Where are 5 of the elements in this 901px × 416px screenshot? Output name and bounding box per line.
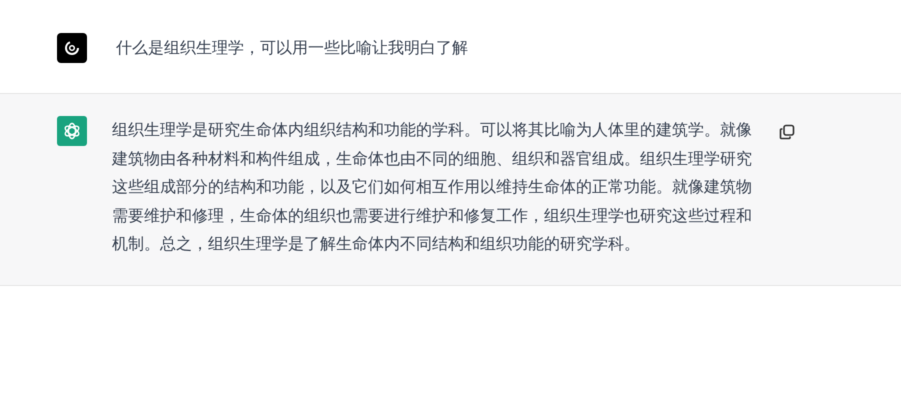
copy-icon[interactable] — [779, 124, 795, 140]
swirl-icon — [64, 40, 80, 56]
assistant-message: 组织生理学是研究生命体内组织结构和功能的学科。可以将其比喻为人体里的建筑学。就像建筑物由各种材料和构件组成，生命体也由不同的细胞、组织和器官组成。组织生理学研究这些组成部分的结构和功能，以及它们如何相互作用以维持生命体的正常功能。就像建筑物需要维护和修理，生命体的组织也需要进行维护和修复工作，组织生理学也研究这些过程和机制。总之，组织生理学是了解生命体内不同结构和组织功能的研究学科。 — [112, 119, 753, 255]
knot-logo-icon — [62, 121, 82, 141]
user-message: 什么是组织生理学，可以用一些比喻让我明白了解 — [116, 37, 468, 59]
